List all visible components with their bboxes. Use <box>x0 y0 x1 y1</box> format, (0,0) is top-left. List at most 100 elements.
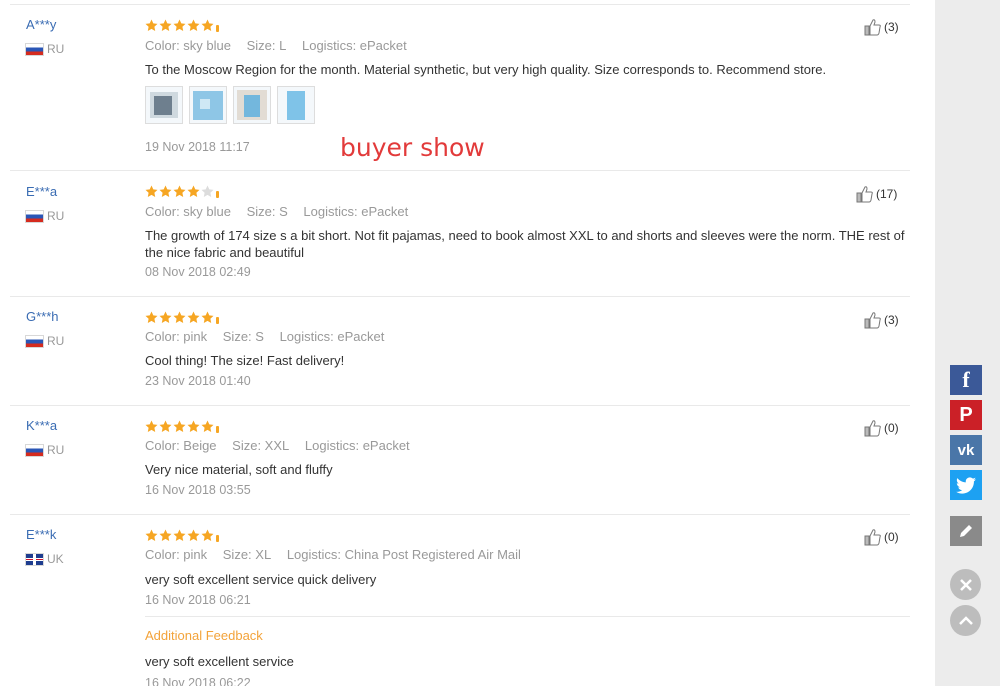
thumbs-up-icon <box>856 186 873 203</box>
twitter-share-button[interactable] <box>950 470 982 500</box>
star-filled-icon <box>187 529 200 542</box>
star-rating <box>145 18 219 32</box>
thumbs-up-icon <box>864 529 881 546</box>
star-filled-icon <box>187 311 200 324</box>
helpful-count: (0) <box>884 530 899 544</box>
reviewer-name[interactable]: G***h <box>26 309 59 324</box>
color-attr: Color: sky blue <box>145 38 231 53</box>
helpful-button[interactable]: (3) <box>864 311 899 329</box>
star-empty-icon <box>201 185 214 198</box>
star-filled-icon <box>159 420 172 433</box>
review-text: very soft excellent service quick delive… <box>145 572 377 587</box>
review-meta: Color: sky blue Size: L Logistics: ePack… <box>145 38 419 53</box>
star-filled-icon <box>159 19 172 32</box>
pinterest-share-button[interactable]: P <box>950 400 982 430</box>
logistics-attr: Logistics: ePacket <box>279 329 385 344</box>
star-rating <box>145 184 219 198</box>
star-rating <box>145 528 219 542</box>
reviewer-name[interactable]: A***y <box>26 17 56 32</box>
country-code: RU <box>47 209 65 223</box>
review-date: 23 Nov 2018 01:40 <box>145 374 251 388</box>
review-text: Cool thing! The size! Fast delivery! <box>145 353 345 368</box>
pencil-icon <box>960 525 972 537</box>
thumbs-up-icon <box>864 312 881 329</box>
reviewer-name[interactable]: K***a <box>26 418 57 433</box>
helpful-button[interactable]: (3) <box>864 18 899 36</box>
thumbs-up-icon <box>864 420 881 437</box>
review-item: E***a RU Color: sky blue Size: S Logisti… <box>10 170 910 297</box>
helpful-count: (3) <box>884 313 899 327</box>
star-filled-icon <box>145 311 158 324</box>
facebook-share-button[interactable]: f <box>950 365 982 395</box>
country-code: RU <box>47 334 65 348</box>
reviewer-country: RU <box>25 443 65 457</box>
reviewer-country: RU <box>25 209 65 223</box>
close-icon <box>959 578 972 591</box>
star-filled-icon <box>159 311 172 324</box>
review-photo[interactable] <box>145 86 183 124</box>
edit-button[interactable] <box>950 516 982 546</box>
star-filled-icon <box>145 185 158 198</box>
star-filled-icon <box>159 185 172 198</box>
close-button[interactable] <box>950 569 981 600</box>
star-filled-icon <box>173 19 186 32</box>
logistics-attr: Logistics: ePacket <box>301 38 407 53</box>
color-attr: Color: pink <box>145 547 208 562</box>
review-meta: Color: pink Size: S Logistics: ePacket <box>145 329 396 344</box>
russia-flag-icon <box>25 443 44 457</box>
star-filled-icon <box>201 311 214 324</box>
review-date: 16 Nov 2018 03:55 <box>145 483 251 497</box>
reviewer-name[interactable]: E***a <box>26 184 57 199</box>
review-photo[interactable] <box>277 86 315 124</box>
russia-flag-icon <box>25 209 44 223</box>
helpful-button[interactable]: (0) <box>864 528 899 546</box>
review-item: G***h RU Color: pink Size: S Logistics: … <box>10 296 910 406</box>
country-code: RU <box>47 42 65 56</box>
review-meta: Color: sky blue Size: S Logistics: ePack… <box>145 204 420 219</box>
star-filled-icon <box>145 420 158 433</box>
reviewer-country: RU <box>25 42 65 56</box>
size-attr: Size: S <box>222 329 264 344</box>
star-rating <box>145 419 219 433</box>
color-attr: Color: sky blue <box>145 204 231 219</box>
review-photo[interactable] <box>233 86 271 124</box>
star-filled-icon <box>201 19 214 32</box>
review-date: 16 Nov 2018 06:21 <box>145 593 251 607</box>
review-text: Very nice material, soft and fluffy <box>145 462 333 477</box>
country-code: RU <box>47 443 65 457</box>
star-filled-icon <box>187 420 200 433</box>
reviewer-country: UK <box>25 552 64 566</box>
review-photos <box>145 86 315 124</box>
twitter-icon <box>956 476 976 494</box>
size-attr: Size: XL <box>222 547 272 562</box>
russia-flag-icon <box>25 334 44 348</box>
vk-share-button[interactable]: vk <box>950 435 982 465</box>
star-filled-icon <box>145 529 158 542</box>
size-attr: Size: S <box>246 204 288 219</box>
vk-icon: vk <box>957 441 975 459</box>
review-date: 08 Nov 2018 02:49 <box>145 265 251 279</box>
pinterest-icon: P <box>959 403 973 426</box>
rating-tail-icon <box>216 426 219 433</box>
review-photo[interactable] <box>189 86 227 124</box>
uk-flag-icon <box>25 552 44 566</box>
star-filled-icon <box>145 19 158 32</box>
additional-feedback-label: Additional Feedback <box>145 628 263 643</box>
helpful-button[interactable]: (17) <box>856 185 897 203</box>
scroll-top-button[interactable] <box>950 605 981 636</box>
star-filled-icon <box>173 529 186 542</box>
rating-tail-icon <box>216 317 219 324</box>
divider <box>145 616 910 617</box>
logistics-attr: Logistics: China Post Registered Air Mai… <box>286 547 521 562</box>
size-attr: Size: XXL <box>232 438 290 453</box>
review-item: K***a RU Color: Beige Size: XXL Logistic… <box>10 405 910 515</box>
reviewer-name[interactable]: E***k <box>26 527 56 542</box>
size-attr: Size: L <box>246 38 287 53</box>
color-attr: Color: pink <box>145 329 208 344</box>
star-filled-icon <box>187 19 200 32</box>
additional-feedback-date: 16 Nov 2018 06:22 <box>145 676 251 686</box>
color-attr: Color: Beige <box>145 438 217 453</box>
helpful-button[interactable]: (0) <box>864 419 899 437</box>
star-filled-icon <box>201 420 214 433</box>
country-code: UK <box>47 552 64 566</box>
